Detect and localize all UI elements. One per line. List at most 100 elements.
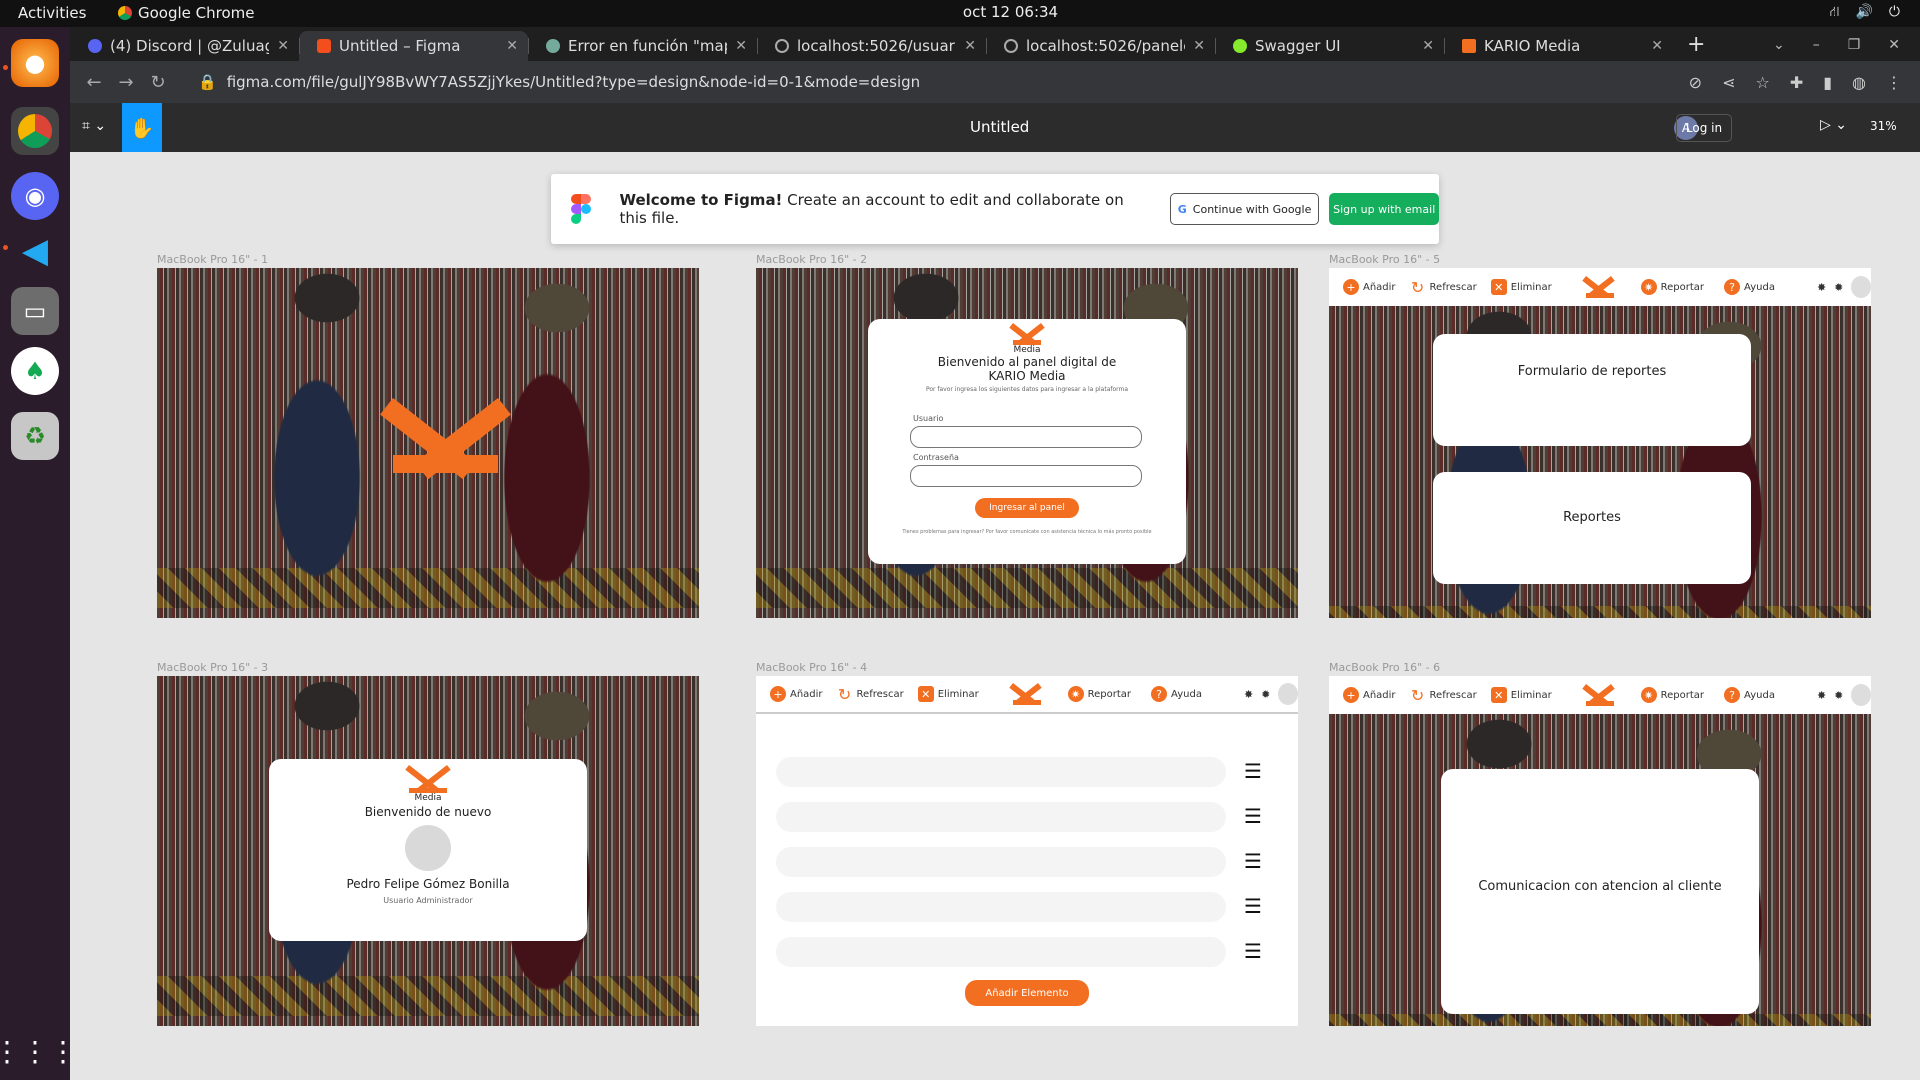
report-form-card[interactable]: Formulario de reportes [1433,334,1751,446]
password-input[interactable] [910,465,1142,487]
frame-label-2[interactable]: MacBook Pro 16" - 2 [756,253,867,266]
frame-2[interactable]: Media Bienvenido al panel digital de KAR… [756,268,1298,618]
tab-discord[interactable]: (4) Discord | @Zuluaga1✕ [70,31,299,61]
firefox-icon[interactable]: ● [11,39,59,87]
zoom-level[interactable]: 31% [1870,119,1897,133]
minimize-icon[interactable]: – [1813,37,1820,53]
delete-action[interactable]: ✕ Eliminar [1490,279,1552,295]
frame-label-3[interactable]: MacBook Pro 16" - 3 [157,661,268,674]
chrome-dock-icon[interactable] [11,107,59,155]
report-action[interactable]: ✷ Reportar [1067,686,1131,702]
add-element-button[interactable]: Añadir Elemento [965,980,1089,1006]
trash-icon[interactable]: ♻ [11,412,59,460]
mongodb-icon[interactable]: ♠ [11,347,59,395]
settings-icon[interactable]: ✹ [1261,688,1270,701]
bug-icon[interactable]: ✸ [1817,689,1826,702]
incognito-icon[interactable]: ⊘ [1689,73,1702,92]
present-icon[interactable]: ▷ ⌄ [1820,117,1847,133]
settings-icon[interactable]: ✹ [1834,281,1843,294]
list-item[interactable] [776,802,1226,832]
close-icon[interactable]: ✕ [1422,38,1434,54]
frame-label-4[interactable]: MacBook Pro 16" - 4 [756,661,867,674]
list-item[interactable] [776,937,1226,967]
report-action[interactable]: ✷ Reportar [1640,687,1704,703]
report-action[interactable]: ✷ Reportar [1640,279,1704,295]
close-window-icon[interactable]: ✕ [1888,37,1900,53]
list-item[interactable] [776,757,1226,787]
figma-menu-icon[interactable]: ⌗ ⌄ [82,118,106,134]
hamburger-menu-icon[interactable]: ☰ [1244,761,1262,781]
volume-icon[interactable]: 🔊 [1855,4,1872,22]
frame-1[interactable] [157,268,699,618]
login-submit-button[interactable]: Ingresar al panel [975,498,1079,518]
more-icon[interactable]: ⋮ [1886,73,1902,92]
avatar[interactable] [1278,683,1298,705]
reports-card[interactable]: Reportes [1433,472,1751,584]
close-icon[interactable]: ✕ [506,38,518,54]
network-icon[interactable]: ⛙ [1830,4,1840,22]
close-icon[interactable]: ✕ [964,38,976,54]
hand-tool-icon[interactable]: ✋ [122,103,162,152]
extensions-icon[interactable]: ✚ [1790,73,1803,92]
frame-3[interactable]: Media Bienvenido de nuevo Pedro Felipe G… [157,676,699,1026]
files-icon[interactable]: ▭ [11,287,59,335]
omnibox[interactable]: 🔒 figma.com/file/gulJY98BvWY7AS5ZjjYkes/… [186,67,1666,97]
bug-icon[interactable]: ✸ [1244,688,1253,701]
frame-label-5[interactable]: MacBook Pro 16" - 5 [1329,253,1440,266]
back-icon[interactable]: ← [78,72,110,93]
new-tab-button[interactable]: + [1673,32,1719,61]
profile-icon[interactable]: ◍ [1852,73,1866,92]
hamburger-menu-icon[interactable]: ☰ [1244,896,1262,916]
frame-4[interactable]: + Añadir ↻ Refrescar ✕ Eliminar ✷ Reportar ?… [756,676,1298,1026]
help-action[interactable]: ? Ayuda [1724,279,1775,295]
delete-action[interactable]: ✕ Eliminar [917,686,979,702]
avatar[interactable] [1851,276,1871,298]
close-icon[interactable]: ✕ [1193,38,1205,54]
delete-action[interactable]: ✕ Eliminar [1490,687,1552,703]
vscode-icon[interactable]: ◀ [11,227,59,275]
add-action[interactable]: + Añadir [1343,279,1396,295]
tab-swagger[interactable]: Swagger UI ✕ [1215,31,1444,61]
hamburger-menu-icon[interactable]: ☰ [1244,941,1262,961]
list-item[interactable] [776,847,1226,877]
site-info-icon[interactable]: 🔒 [198,73,217,91]
refresh-action[interactable]: ↻ Refrescar [1410,278,1477,297]
list-item[interactable] [776,892,1226,922]
bug-icon[interactable]: ✸ [1817,281,1826,294]
refresh-action[interactable]: ↻ Refrescar [1410,686,1477,705]
help-action[interactable]: ? Ayuda [1151,686,1202,702]
frame-label-6[interactable]: MacBook Pro 16" - 6 [1329,661,1440,674]
tab-chatgpt[interactable]: Error en función "map" ✕ [528,31,757,61]
avatar[interactable] [1851,684,1871,706]
tab-paneles[interactable]: localhost:5026/paneles ✕ [986,31,1215,61]
tab-usuarios[interactable]: localhost:5026/usuarios✕ [757,31,986,61]
bookmark-star-icon[interactable]: ☆ [1755,73,1769,92]
help-action[interactable]: ? Ayuda [1724,687,1775,703]
clock[interactable]: oct 12 06:34 [953,3,1068,21]
frame-6[interactable]: + Añadir ↻ Refrescar ✕ Eliminar ✷ Reportar ?… [1329,676,1871,1026]
close-icon[interactable]: ✕ [735,38,747,54]
tab-kario[interactable]: KARIO Media ✕ [1444,31,1673,61]
settings-icon[interactable]: ✹ [1834,689,1843,702]
refresh-action[interactable]: ↻ Refrescar [837,685,904,704]
activities-button[interactable]: Activities [18,4,86,22]
login-button[interactable]: Log in [1676,114,1732,142]
frame-5[interactable]: + Añadir ↻ Refrescar ✕ Eliminar ✷ Reportar ?… [1329,268,1871,618]
forward-icon[interactable]: → [110,72,142,93]
user-input[interactable] [910,426,1142,448]
signup-email-button[interactable]: Sign up with email [1329,193,1439,225]
add-action[interactable]: + Añadir [1343,687,1396,703]
close-icon[interactable]: ✕ [277,38,289,54]
hamburger-menu-icon[interactable]: ☰ [1244,851,1262,871]
sidepanel-icon[interactable]: ▮ [1823,73,1832,92]
app-indicator[interactable]: Google Chrome [118,4,255,22]
restore-icon[interactable]: ❐ [1848,37,1861,53]
tab-figma[interactable]: Untitled – Figma ✕ [299,31,528,61]
power-icon[interactable]: ⏻ [1889,4,1900,22]
reload-icon[interactable]: ↻ [142,72,174,93]
frame-label-1[interactable]: MacBook Pro 16" - 1 [157,253,268,266]
add-action[interactable]: + Añadir [770,686,823,702]
close-icon[interactable]: ✕ [1651,38,1663,54]
app-grid-icon[interactable]: ⋮⋮⋮ [0,1027,77,1075]
hamburger-menu-icon[interactable]: ☰ [1244,806,1262,826]
